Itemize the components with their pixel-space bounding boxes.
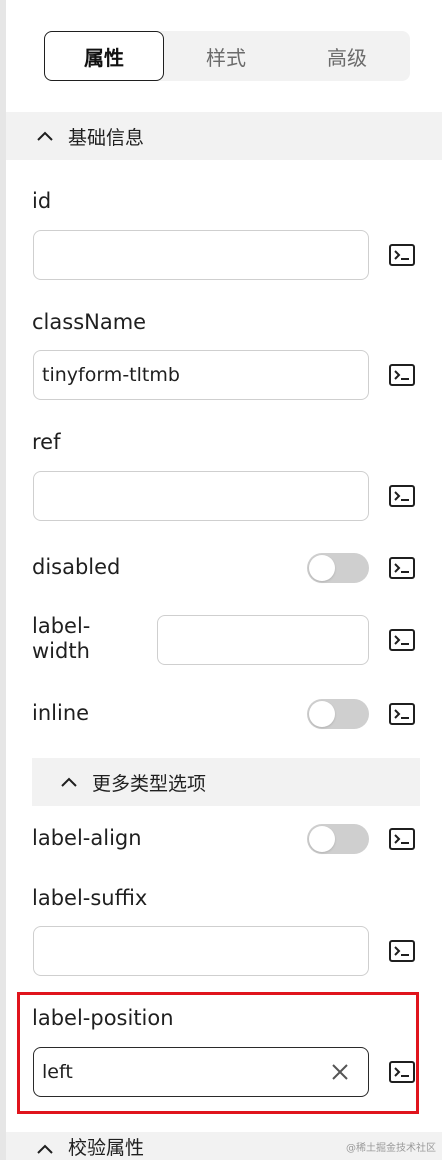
- label-line: width: [32, 639, 90, 664]
- section-title: 基础信息: [68, 126, 145, 149]
- toggle-knob: [309, 826, 335, 852]
- property-label-label-suffix: label-suffix: [32, 886, 148, 910]
- label-position-value: left: [42, 1061, 73, 1083]
- terminal-icon[interactable]: [389, 485, 415, 507]
- terminal-icon[interactable]: [389, 244, 415, 266]
- label-align-toggle[interactable]: [307, 824, 369, 854]
- ref-input[interactable]: [33, 471, 369, 521]
- property-label-label-width: label- width: [32, 614, 90, 664]
- label-suffix-input[interactable]: [33, 926, 369, 976]
- property-label-inline: inline: [32, 701, 90, 725]
- property-label-disabled: disabled: [32, 555, 121, 579]
- tab-styles[interactable]: 样式: [166, 31, 286, 81]
- section-more-type-options[interactable]: 更多类型选项: [32, 758, 420, 806]
- section-basic-info[interactable]: 基础信息: [6, 112, 442, 160]
- label-width-input[interactable]: [157, 615, 369, 665]
- property-label-label-position: label-position: [32, 1006, 174, 1030]
- label-position-select[interactable]: left: [33, 1047, 369, 1097]
- property-label-id: id: [32, 189, 52, 213]
- panel-left-edge: [0, 0, 6, 1160]
- section-title: 更多类型选项: [92, 772, 207, 795]
- tab-properties[interactable]: 属性: [44, 31, 164, 81]
- terminal-icon[interactable]: [389, 1061, 415, 1083]
- chevron-up-icon: [34, 1138, 56, 1160]
- toggle-knob: [309, 555, 335, 581]
- section-title: 校验属性: [68, 1137, 145, 1159]
- chevron-up-icon: [34, 125, 56, 147]
- property-label-ref: ref: [32, 430, 61, 454]
- terminal-icon[interactable]: [389, 940, 415, 962]
- terminal-icon[interactable]: [389, 703, 415, 725]
- watermark: @稀土掘金技术社区: [346, 1143, 436, 1154]
- id-input[interactable]: [33, 230, 369, 280]
- inline-toggle[interactable]: [307, 699, 369, 729]
- terminal-icon[interactable]: [389, 828, 415, 850]
- classname-input[interactable]: tinyform-tltmb: [33, 350, 369, 400]
- tab-advanced[interactable]: 高级: [287, 31, 407, 81]
- label-line: label-: [32, 614, 91, 638]
- terminal-icon[interactable]: [389, 557, 415, 579]
- chevron-up-icon: [58, 771, 80, 793]
- close-icon[interactable]: [330, 1062, 350, 1082]
- property-label-label-align: label-align: [32, 826, 142, 850]
- disabled-toggle[interactable]: [307, 553, 369, 583]
- property-label-classname: className: [32, 310, 147, 334]
- terminal-icon[interactable]: [389, 629, 415, 651]
- property-tabs: 属性 样式 高级: [44, 31, 410, 81]
- toggle-knob: [309, 701, 335, 727]
- terminal-icon[interactable]: [389, 364, 415, 386]
